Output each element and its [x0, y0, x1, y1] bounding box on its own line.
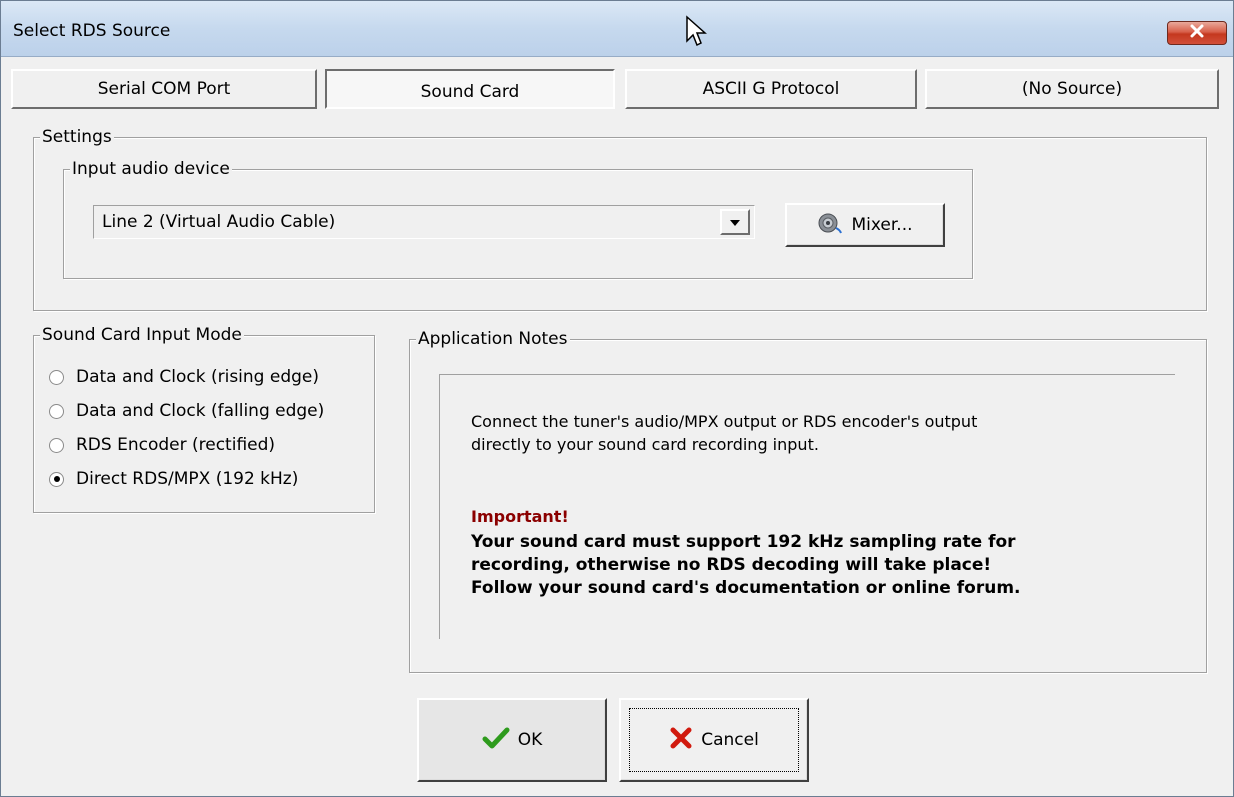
- notes-line-1: Connect the tuner's audio/MPX output or …: [471, 412, 978, 431]
- important-heading: Important!: [471, 507, 569, 526]
- selected-device: Line 2 (Virtual Audio Cable): [102, 212, 336, 232]
- tab-label: ASCII G Protocol: [702, 79, 840, 99]
- title-bar[interactable]: Select RDS Source: [1, 1, 1233, 57]
- tab-label: Sound Card: [420, 82, 520, 102]
- speaker-icon: [817, 212, 843, 239]
- ok-button[interactable]: OK: [417, 698, 607, 782]
- close-icon: [1189, 23, 1205, 43]
- window-title: Select RDS Source: [13, 21, 171, 41]
- radio-label: RDS Encoder (rectified): [76, 435, 276, 455]
- input-audio-device-legend: Input audio device: [70, 158, 232, 180]
- radio-button[interactable]: [49, 437, 64, 453]
- radio-direct-rds-mpx[interactable]: Direct RDS/MPX (192 kHz): [49, 466, 298, 492]
- tab-no-source[interactable]: (No Source): [925, 69, 1219, 109]
- close-button[interactable]: [1167, 21, 1227, 45]
- tab-serial-com-port[interactable]: Serial COM Port: [11, 69, 317, 109]
- radio-rds-encoder-rectified[interactable]: RDS Encoder (rectified): [49, 432, 275, 458]
- cancel-button[interactable]: Cancel: [619, 698, 809, 782]
- important-line-2: recording, otherwise no RDS decoding wil…: [471, 555, 992, 575]
- notes-line-2: directly to your sound card recording in…: [471, 435, 819, 454]
- mouse-pointer-icon: [685, 15, 707, 52]
- mixer-button[interactable]: Mixer...: [785, 203, 945, 247]
- radio-button-checked[interactable]: [49, 471, 64, 487]
- ok-label: OK: [517, 730, 543, 750]
- mixer-label: Mixer...: [851, 215, 913, 235]
- tab-ascii-g-protocol[interactable]: ASCII G Protocol: [625, 69, 917, 109]
- chevron-down-icon: [729, 212, 741, 232]
- important-line-1: Your sound card must support 192 kHz sam…: [471, 532, 1016, 552]
- settings-legend: Settings: [40, 126, 114, 148]
- input-mode-legend: Sound Card Input Mode: [40, 324, 244, 346]
- focus-rectangle: [629, 708, 799, 772]
- application-notes-legend: Application Notes: [416, 328, 570, 350]
- tab-label: Serial COM Port: [97, 79, 231, 99]
- select-rds-source-dialog: Select RDS Source Serial COM Port Sound …: [0, 0, 1234, 797]
- radio-label: Data and Clock (rising edge): [76, 367, 319, 387]
- tab-sound-card[interactable]: Sound Card: [325, 69, 615, 109]
- radio-label: Direct RDS/MPX (192 kHz): [76, 469, 299, 489]
- radio-data-clock-falling[interactable]: Data and Clock (falling edge): [49, 398, 324, 424]
- radio-label: Data and Clock (falling edge): [76, 401, 325, 421]
- checkmark-icon: [482, 726, 510, 755]
- radio-data-clock-rising[interactable]: Data and Clock (rising edge): [49, 364, 319, 390]
- important-line-3: Follow your sound card's documentation o…: [471, 578, 1021, 598]
- tab-label: (No Source): [1021, 79, 1123, 99]
- input-audio-device-select[interactable]: Line 2 (Virtual Audio Cable): [93, 205, 755, 239]
- dropdown-arrow-button[interactable]: [720, 209, 750, 235]
- radio-button[interactable]: [49, 403, 64, 419]
- radio-button[interactable]: [49, 369, 64, 385]
